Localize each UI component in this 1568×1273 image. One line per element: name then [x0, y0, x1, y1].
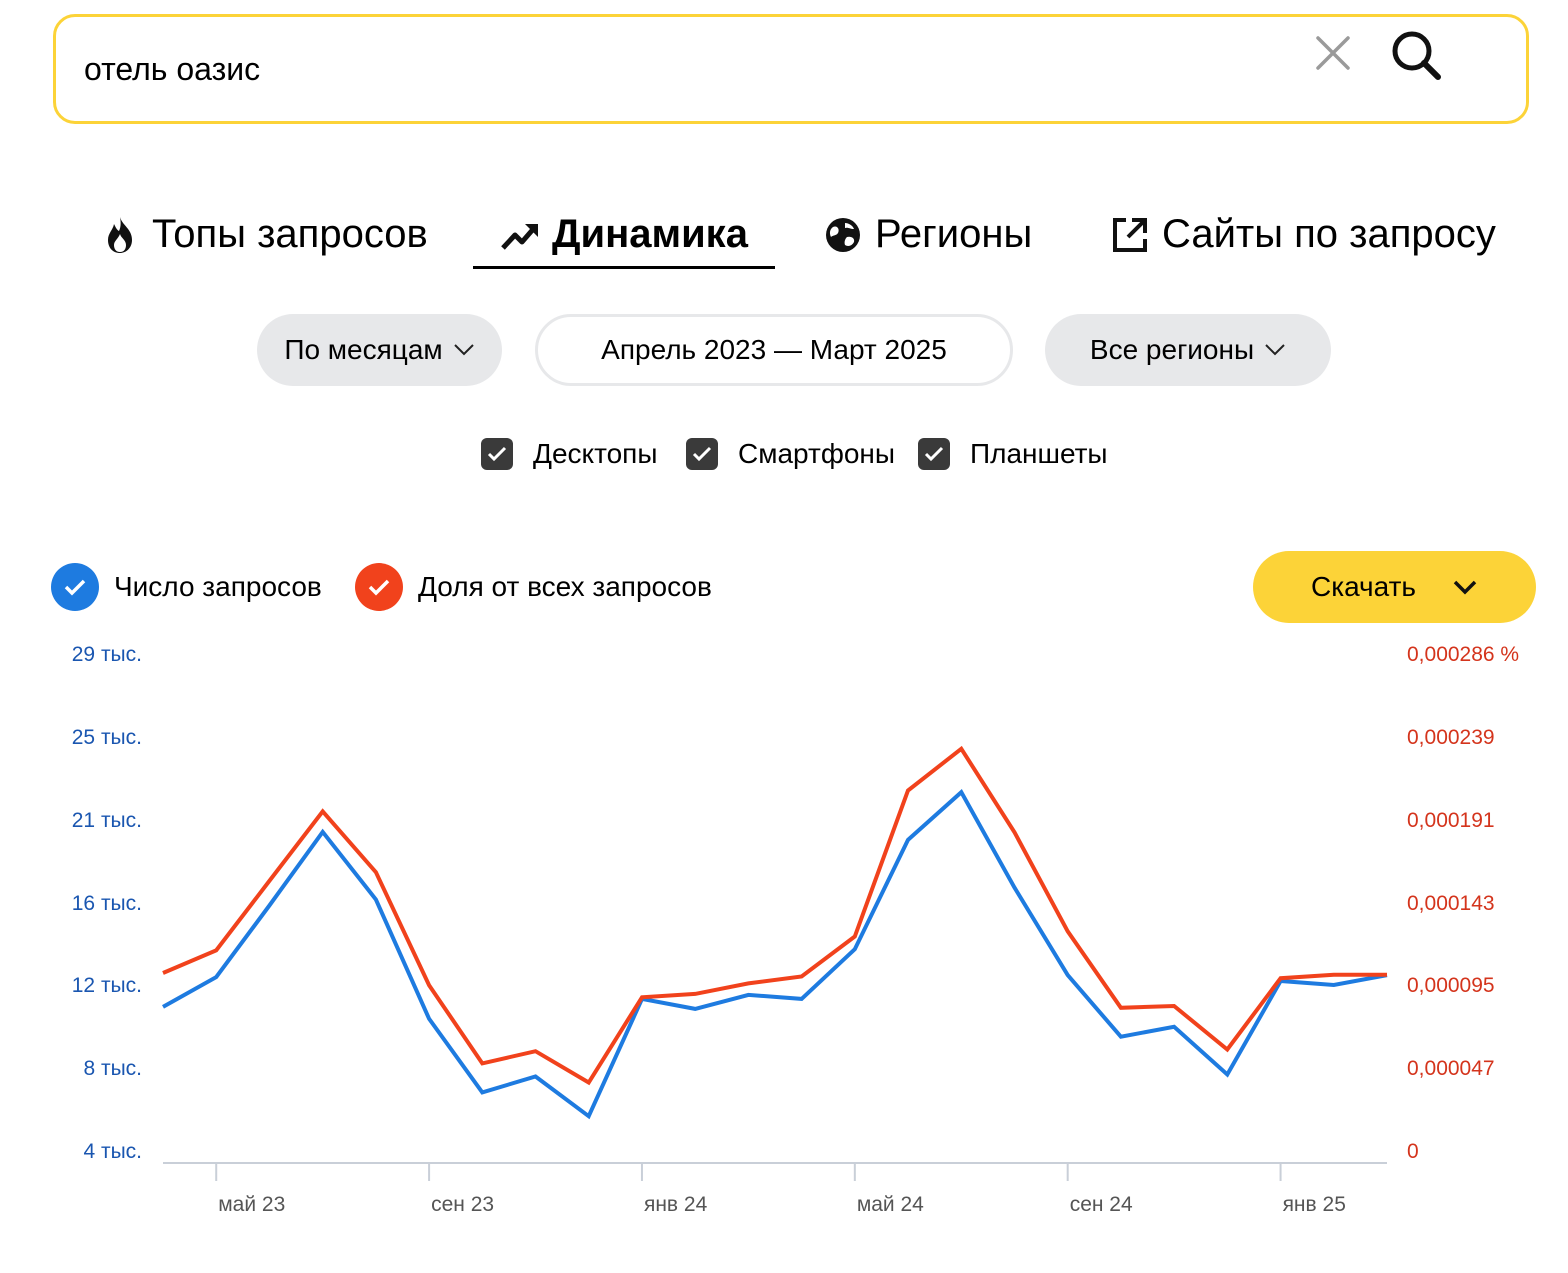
y-left-tick-label: 21 тыс.: [71, 808, 142, 832]
x-tick-label: сен 24: [1069, 1193, 1133, 1216]
y-right-tick-label: 0: [1407, 1140, 1419, 1163]
x-tick-label: май 23: [218, 1193, 286, 1216]
x-tick-label: сен 23: [431, 1193, 495, 1216]
y-right-tick-label: 0,000095: [1407, 974, 1495, 998]
x-tick-label: янв 25: [1282, 1193, 1346, 1216]
y-left-tick-label: 25 тыс.: [71, 725, 142, 749]
y-right-tick-label: 0,000143: [1407, 891, 1495, 915]
y-left-tick-label: 8 тыс.: [83, 1057, 142, 1081]
series-line-query-share: [162, 745, 1387, 1086]
x-tick-label: янв 24: [643, 1193, 708, 1216]
y-right-tick-label: 0,000047: [1407, 1057, 1495, 1081]
y-right-tick-label: 0,000239: [1407, 725, 1495, 749]
y-left-tick-label: 12 тыс.: [71, 974, 142, 998]
line-chart: [162, 745, 1388, 1181]
y-left-tick-label: 4 тыс.: [83, 1140, 142, 1163]
y-right-tick-label: 0,000191: [1407, 808, 1495, 832]
x-tick-label: май 24: [856, 1193, 924, 1216]
y-left-tick-label: 16 тыс.: [71, 891, 142, 915]
y-right-tick-label: 0,000286 %: [1407, 643, 1520, 666]
y-left-tick-label: 29 тыс.: [71, 643, 142, 666]
